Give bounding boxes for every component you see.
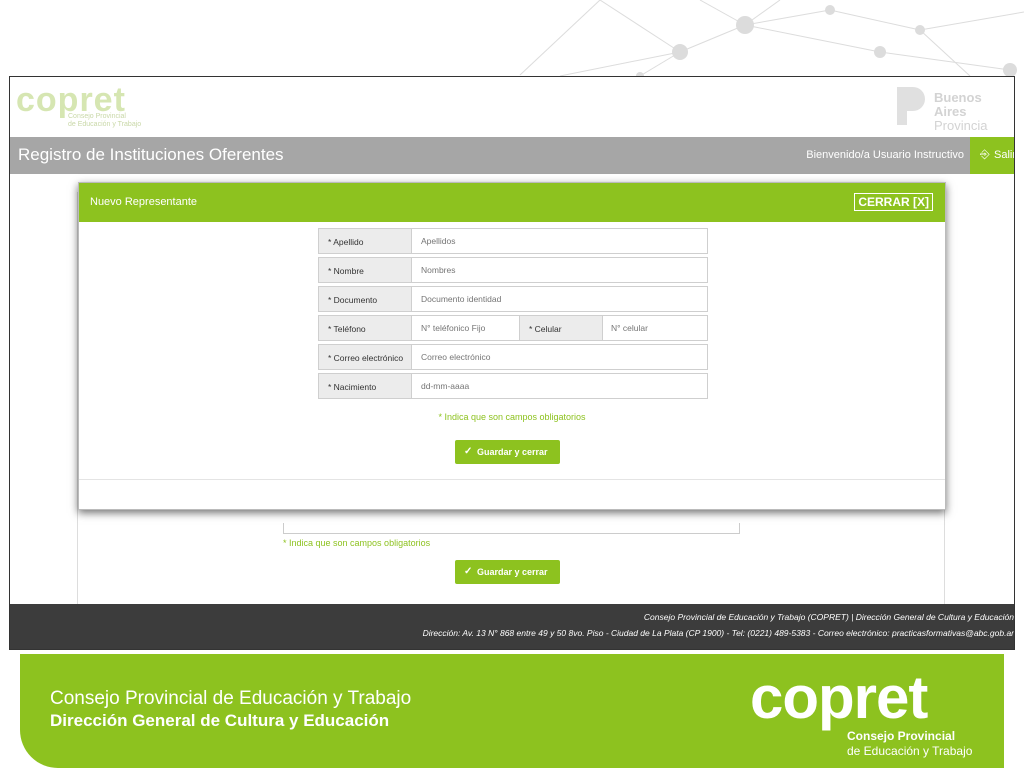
new-representative-modal: Nuevo Representante CERRAR [X] * Apellid…: [78, 182, 946, 510]
site-footer: Consejo Provincial de Educación y Trabaj…: [10, 604, 1014, 649]
check-circle-icon: ✓: [464, 566, 473, 577]
background-save-button[interactable]: ✓ Guardar y cerrar: [455, 560, 560, 584]
province-label: Provincia: [934, 118, 988, 133]
telefono-label: * Teléfono: [328, 324, 366, 334]
welcome-text: Bienvenido/a Usuario Instructivo: [806, 149, 964, 161]
copret-logo-sub-1: Consejo Provincial: [847, 729, 956, 743]
nombre-input[interactable]: [412, 258, 706, 282]
province-name: Buenos Aires: [934, 90, 982, 119]
documento-label: * Documento: [328, 295, 378, 305]
modal-divider: [79, 479, 945, 480]
apellido-input[interactable]: [412, 229, 706, 253]
required-fields-note: * Indica que son campos obligatorios: [438, 412, 586, 422]
check-circle-icon: ✓: [464, 446, 473, 457]
copret-logo-sub-2: de Educación y Trabajo: [847, 744, 973, 758]
network-decoration: [519, 0, 1024, 80]
copret-logo-large: copret: [750, 664, 928, 731]
apellido-row: * Apellido: [318, 228, 708, 254]
nombre-row: * Nombre: [318, 257, 708, 283]
buenos-aires-logo: Buenos Aires Provincia: [894, 85, 1014, 133]
exit-button[interactable]: ⎆ Salir: [970, 137, 1014, 174]
correo-row: * Correo electrónico: [318, 344, 708, 370]
nacimiento-label: * Nacimiento: [328, 382, 377, 392]
apellido-label: * Apellido: [328, 237, 364, 247]
province-icon: [897, 87, 925, 125]
telefono-row: * Teléfono * Celular: [318, 315, 708, 341]
page-title: Registro de Instituciones Oferentes: [18, 145, 284, 164]
site-header: copret Consejo Provincial de Educación y…: [10, 77, 1014, 137]
title-bar: Registro de Instituciones Oferentes Bien…: [10, 137, 1014, 174]
modal-header: Nuevo Representante CERRAR [X]: [79, 183, 945, 222]
nacimiento-input[interactable]: [412, 374, 706, 398]
slide-footer-line-1: Consejo Provincial de Educación y Trabaj…: [50, 688, 412, 709]
logout-icon: ⎆: [980, 147, 990, 161]
nombre-label: * Nombre: [328, 266, 364, 276]
save-and-close-button[interactable]: ✓ Guardar y cerrar: [455, 440, 560, 464]
background-textarea[interactable]: [283, 523, 740, 534]
correo-label: * Correo electrónico: [328, 353, 404, 363]
background-required-note: * Indica que son campos obligatorios: [283, 538, 431, 548]
slide-footer-line-2: Dirección General de Cultura y Educación: [50, 711, 390, 730]
correo-input[interactable]: [412, 345, 706, 369]
copret-logo-subtitle: Consejo Provincial de Educación y Trabaj…: [68, 113, 142, 128]
close-modal-button[interactable]: CERRAR [X]: [854, 193, 933, 211]
celular-label: * Celular: [529, 324, 562, 334]
nacimiento-row: * Nacimiento: [318, 373, 708, 399]
app-screenshot: copret Consejo Provincial de Educación y…: [9, 76, 1015, 650]
documento-input[interactable]: [412, 287, 706, 311]
documento-row: * Documento: [318, 286, 708, 312]
celular-input[interactable]: [602, 316, 706, 340]
slide-footer: Consejo Provincial de Educación y Trabaj…: [20, 654, 1004, 768]
footer-line-2: Dirección: Av. 13 N° 868 entre 49 y 50 8…: [422, 628, 1014, 638]
modal-title: Nuevo Representante: [90, 196, 198, 208]
footer-line-1: Consejo Provincial de Educación y Trabaj…: [643, 612, 1014, 622]
telefono-input[interactable]: [412, 316, 519, 340]
